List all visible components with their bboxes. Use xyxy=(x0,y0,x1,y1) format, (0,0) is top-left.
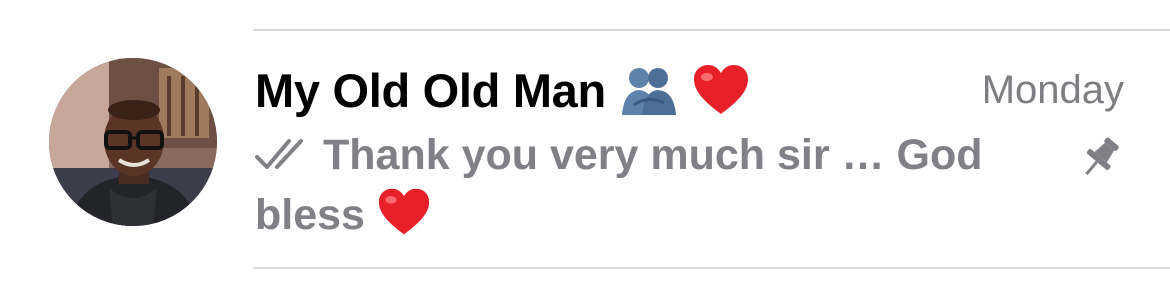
chat-title: My Old Old Man xyxy=(255,63,606,117)
avatar[interactable] xyxy=(49,58,217,226)
chat-list-item[interactable]: My Old Old Man Monday Thank you very muc… xyxy=(0,0,1170,292)
chat-title-row: My Old Old Man xyxy=(255,60,750,120)
timestamp: Monday xyxy=(981,68,1124,112)
double-check-icon xyxy=(255,128,311,186)
message-preview: Thank you very much sir … God bless xyxy=(255,126,1015,252)
divider-bottom xyxy=(253,267,1170,269)
pin-icon xyxy=(1076,135,1124,186)
message-preview-text: Thank you very much sir … God bless xyxy=(255,131,983,239)
red-heart-icon xyxy=(692,64,750,116)
people-hugging-icon xyxy=(620,65,678,115)
red-heart-icon xyxy=(377,187,431,252)
